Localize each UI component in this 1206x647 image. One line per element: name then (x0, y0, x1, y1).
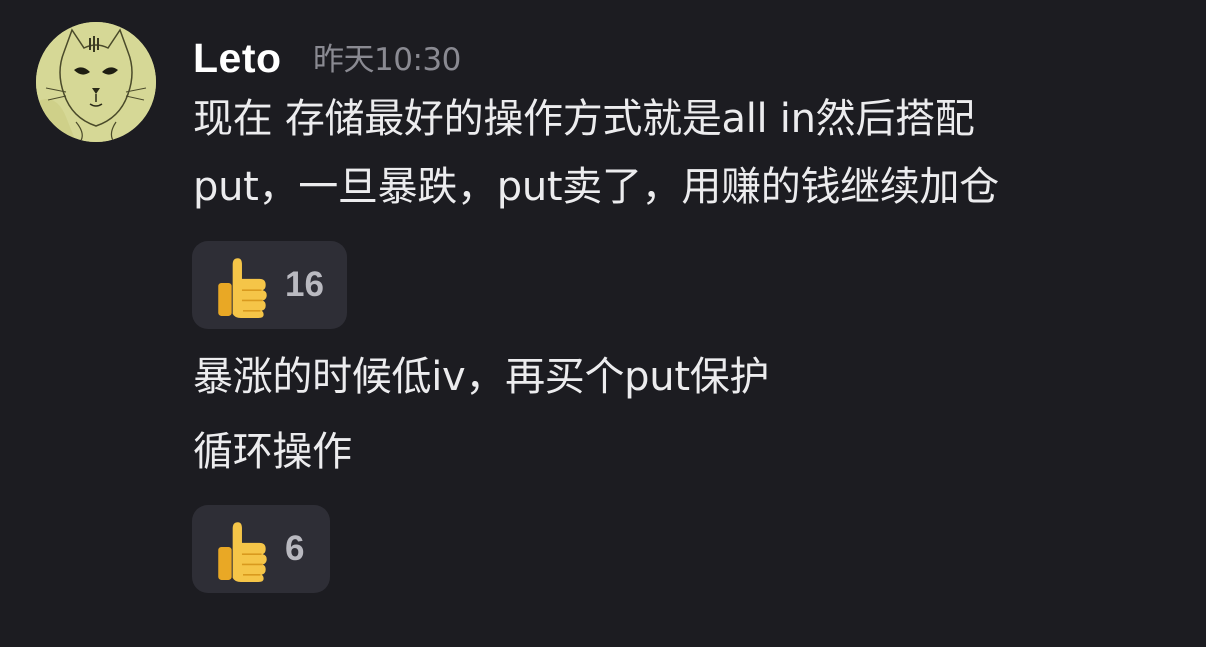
author-name[interactable]: Leto (193, 34, 282, 82)
message-line-2: put，一旦暴跌，put卖了，用赚的钱继续加仓 (193, 164, 999, 210)
message-line-1: 现在 存储最好的操作方式就是all in然后搭配 (193, 96, 975, 142)
message-line-4: 循环操作 (193, 429, 352, 475)
message-timestamp: 昨天10:30 (313, 42, 461, 78)
reaction-thumbs-up-2[interactable]: 6 (192, 505, 330, 593)
message-line-3: 暴涨的时候低iv，再买个put保护 (193, 354, 770, 400)
thumbs-up-icon (218, 258, 267, 318)
reaction-count: 16 (285, 265, 324, 304)
thumbs-up-icon (218, 522, 267, 582)
reaction-count: 6 (285, 529, 305, 568)
reaction-thumbs-up-1[interactable]: 16 (192, 241, 347, 329)
cat-sketch-icon (36, 22, 156, 142)
avatar[interactable] (36, 22, 156, 142)
